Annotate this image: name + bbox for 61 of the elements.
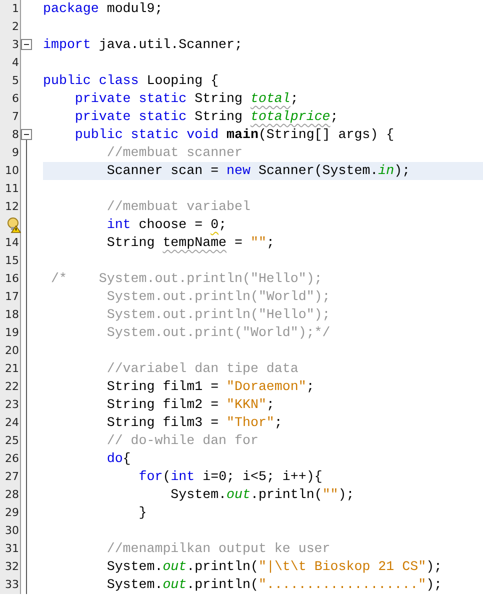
code-line: //variabel dan tipe data [106,360,300,378]
line-number: 3 [12,37,19,53]
line-number: 7 [12,109,19,125]
fold-toggle[interactable] [21,129,32,140]
line-number: 15 [5,253,19,269]
code-line: System.out.println("|\t\t Bioskop 21 CS"); [106,558,444,576]
code-line: // do-while dan for [106,432,260,450]
line-number: 27 [5,469,19,485]
code-line: import java.util.Scanner; [43,36,244,54]
line-number: 22 [5,379,19,395]
line-number: 5 [12,73,19,89]
fold-toggle[interactable] [21,39,32,50]
line-number: 8 [12,127,19,143]
line-number: 14 [5,235,19,251]
line-number: 11 [5,181,19,197]
code-line: String film2 = "KKN"; [106,396,276,414]
line-number: 25 [5,433,19,449]
code-line: do{ [106,450,132,468]
line-number: 20 [5,343,19,359]
code-line: //membuat variabel [106,198,252,216]
line-number: 30 [5,523,19,539]
code-line: int choose = 0; [106,216,228,234]
line-number: 19 [5,325,19,341]
line-number: 33 [5,577,19,593]
code-line: System.out.print("World");*/ [106,324,332,342]
code-line: private static String totalprice; [74,108,340,126]
code-line: //membuat scanner [106,144,244,162]
code-line: public class Looping { [43,72,220,90]
line-number: 18 [5,307,19,323]
line-number: 10 [5,163,19,179]
code-line: System.out.println("..................."); [106,576,444,594]
line-number: 28 [5,487,19,503]
line-number: 23 [5,397,19,413]
line-number: 1 [12,1,19,17]
code-line: private static String total; [74,90,300,108]
line-number: 29 [5,505,19,521]
code-line: System.out.println("World"); [106,288,332,306]
code-line: String tempName = ""; [106,234,276,252]
line-number: 17 [5,289,19,305]
line-number: 9 [12,145,19,161]
line-number: 4 [12,55,19,71]
line-number: 24 [5,415,19,431]
lightbulb-warning-icon[interactable] [7,217,21,233]
line-number: 16 [5,271,19,287]
line-number: 31 [5,541,19,557]
code-line: String film3 = "Thor"; [106,414,284,432]
code-line: //menampilkan output ke user [106,540,332,558]
line-number: 26 [5,451,19,467]
line-number: 6 [12,91,19,107]
code-line: /* System.out.println("Hello"); [50,270,324,288]
code-line: } [138,504,148,522]
code-line: package modul9; [43,0,164,18]
code-line: System.out.println("Hello"); [106,306,332,324]
code-line: public static void main(String[] args) { [74,126,396,144]
line-number: 32 [5,559,19,575]
line-number: 2 [12,19,19,35]
line-number: 12 [5,199,19,215]
code-line: System.out.println(""); [170,486,356,504]
code-line: String film1 = "Doraemon"; [106,378,316,396]
code-line: for(int i=0; i<5; i++){ [138,468,324,486]
line-number: 21 [5,361,19,377]
